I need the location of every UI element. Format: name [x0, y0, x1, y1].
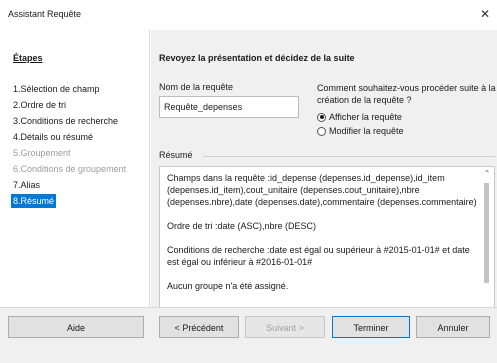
radio-unchecked-icon [317, 126, 326, 136]
title-bar: Assistant Requête ✕ [0, 0, 497, 30]
help-button[interactable]: Aide [8, 316, 144, 338]
step-search-conditions[interactable]: 3.Conditions de recherche [11, 114, 120, 128]
summary-fields: Champs dans la requête :id_depense (depe… [167, 173, 477, 207]
scrollbar-thumb[interactable] [484, 183, 489, 283]
step-overview[interactable]: 8.Résumé [11, 194, 57, 208]
button-bar: Aide < Précédent Suivant > Terminer Annu… [0, 307, 497, 363]
step-sort-order[interactable]: 2.Ordre de tri [11, 98, 68, 112]
steps-sidebar: Étapes 1.Sélection de champ 2.Ordre de t… [0, 30, 150, 307]
next-button: Suivant > [245, 316, 325, 338]
next-step-question: Comment souhaitez-vous procéder suite à … [317, 83, 496, 105]
step-field-selection[interactable]: 1.Sélection de champ [11, 82, 102, 96]
finish-button[interactable]: Terminer [332, 316, 410, 338]
chevron-up-icon[interactable]: ⌃ [480, 167, 494, 181]
step-grouping: 5.Groupement [13, 148, 71, 158]
query-name-label: Nom de la requête [159, 82, 234, 92]
previous-button[interactable]: < Précédent [159, 316, 239, 338]
summary-sort-order: Ordre de tri :date (ASC),nbre (DESC) [167, 221, 317, 231]
summary-divider [203, 156, 495, 157]
steps-title: Étapes [13, 53, 43, 63]
summary-scrollbar[interactable]: ⌃ ⌄ [480, 167, 494, 317]
window-title: Assistant Requête [8, 9, 82, 19]
summary-textbox[interactable]: Champs dans la requête :id_depense (depe… [159, 166, 495, 318]
radio-show-query[interactable]: Afficher la requête [317, 112, 402, 122]
summary-search-conditions: Conditions de recherche :date est égal o… [167, 245, 470, 267]
step-grouping-conditions: 6.Conditions de groupement [13, 164, 127, 174]
cancel-button[interactable]: Annuler [416, 316, 490, 338]
summary-text: Champs dans la requête :id_depense (depe… [167, 172, 477, 304]
radio-modify-query[interactable]: Modifier la requête [317, 126, 404, 136]
query-name-input[interactable] [159, 96, 299, 118]
summary-grouping: Aucun groupe n'a été assigné. [167, 281, 289, 291]
step-detail-or-summary[interactable]: 4.Détails ou résumé [11, 130, 95, 144]
close-icon[interactable]: ✕ [473, 0, 497, 28]
radio-show-query-label: Afficher la requête [329, 112, 402, 122]
radio-checked-icon [317, 112, 326, 122]
step-aliases[interactable]: 7.Alias [11, 178, 42, 192]
radio-modify-query-label: Modifier la requête [329, 126, 404, 136]
page-heading: Revoyez la présentation et décidez de la… [159, 53, 355, 63]
summary-label: Résumé [159, 150, 193, 160]
wizard-content: Revoyez la présentation et décidez de la… [151, 30, 497, 318]
